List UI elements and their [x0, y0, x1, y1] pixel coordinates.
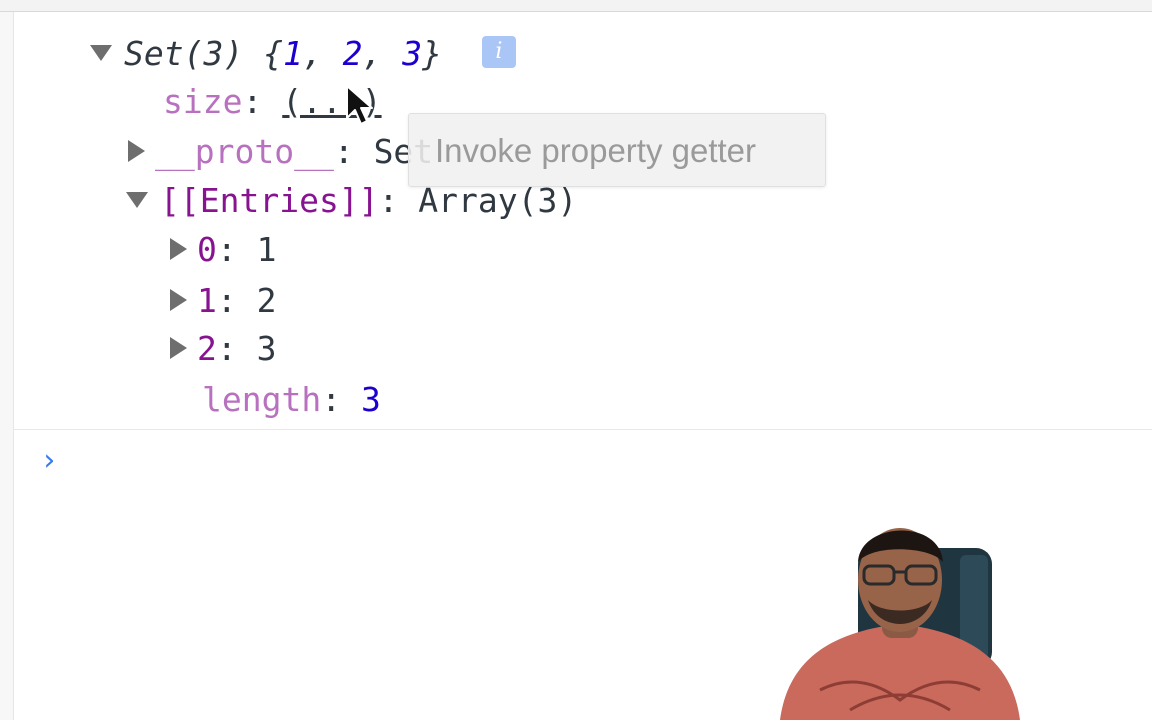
expand-triangle-down-icon[interactable]: [90, 44, 112, 61]
set-value-3: 3: [402, 34, 423, 73]
proto-key: __proto__: [155, 132, 334, 171]
entry-index: 1: [197, 281, 217, 320]
length-colon: :: [321, 380, 361, 419]
property-getter-tooltip: Invoke property getter: [408, 113, 826, 187]
entry-value: 1: [256, 230, 277, 269]
set-brace-close: }: [422, 34, 442, 73]
proto-colon: :: [333, 132, 374, 171]
entry-index: 2: [197, 329, 217, 368]
set-separator: ,: [302, 34, 343, 73]
webcam-presenter-video: [780, 528, 1020, 720]
expand-triangle-right-icon[interactable]: [170, 237, 187, 260]
entry-row[interactable]: 2: 3: [170, 329, 277, 369]
entry-colon: :: [216, 281, 257, 320]
console-prompt[interactable]: ›: [40, 443, 1040, 480]
entry-value: 3: [256, 329, 277, 368]
devtools-console-frame: Set(3) {1, 2, 3} i size: (...) __proto__…: [0, 0, 1152, 720]
expand-triangle-down-icon[interactable]: [126, 191, 148, 208]
entry-index: 0: [197, 230, 217, 269]
console-toolbar-edge: [0, 0, 1152, 12]
entry-row[interactable]: 0: 1: [170, 230, 277, 270]
length-key: length: [202, 380, 322, 419]
entry-value: 2: [256, 281, 277, 320]
set-value-2: 2: [342, 34, 363, 73]
entry-colon: :: [216, 329, 257, 368]
size-key: size: [163, 82, 243, 121]
length-value: 3: [360, 380, 381, 419]
expand-triangle-right-icon[interactable]: [170, 336, 187, 359]
set-brace-open: {: [263, 34, 283, 73]
length-property-row: length: 3: [202, 380, 381, 420]
set-separator: ,: [362, 34, 403, 73]
expand-triangle-right-icon[interactable]: [128, 139, 145, 162]
entry-row[interactable]: 1: 2: [170, 281, 277, 321]
mouse-pointer-icon: [346, 85, 373, 125]
chevron-right-icon: ›: [40, 443, 59, 478]
set-label: Set(3): [124, 34, 244, 73]
console-input[interactable]: [76, 444, 980, 480]
set-value-1: 1: [282, 34, 303, 73]
entries-key: [[Entries]]: [160, 181, 379, 220]
set-object-row[interactable]: Set(3) {1, 2, 3} i: [90, 34, 516, 74]
expand-triangle-right-icon[interactable]: [170, 288, 187, 311]
size-colon: :: [242, 82, 283, 121]
console-divider: [14, 429, 1152, 430]
entry-colon: :: [216, 230, 257, 269]
info-icon[interactable]: i: [481, 35, 516, 68]
proto-property-row[interactable]: __proto__: Set: [128, 132, 433, 172]
console-gutter: [0, 12, 14, 720]
